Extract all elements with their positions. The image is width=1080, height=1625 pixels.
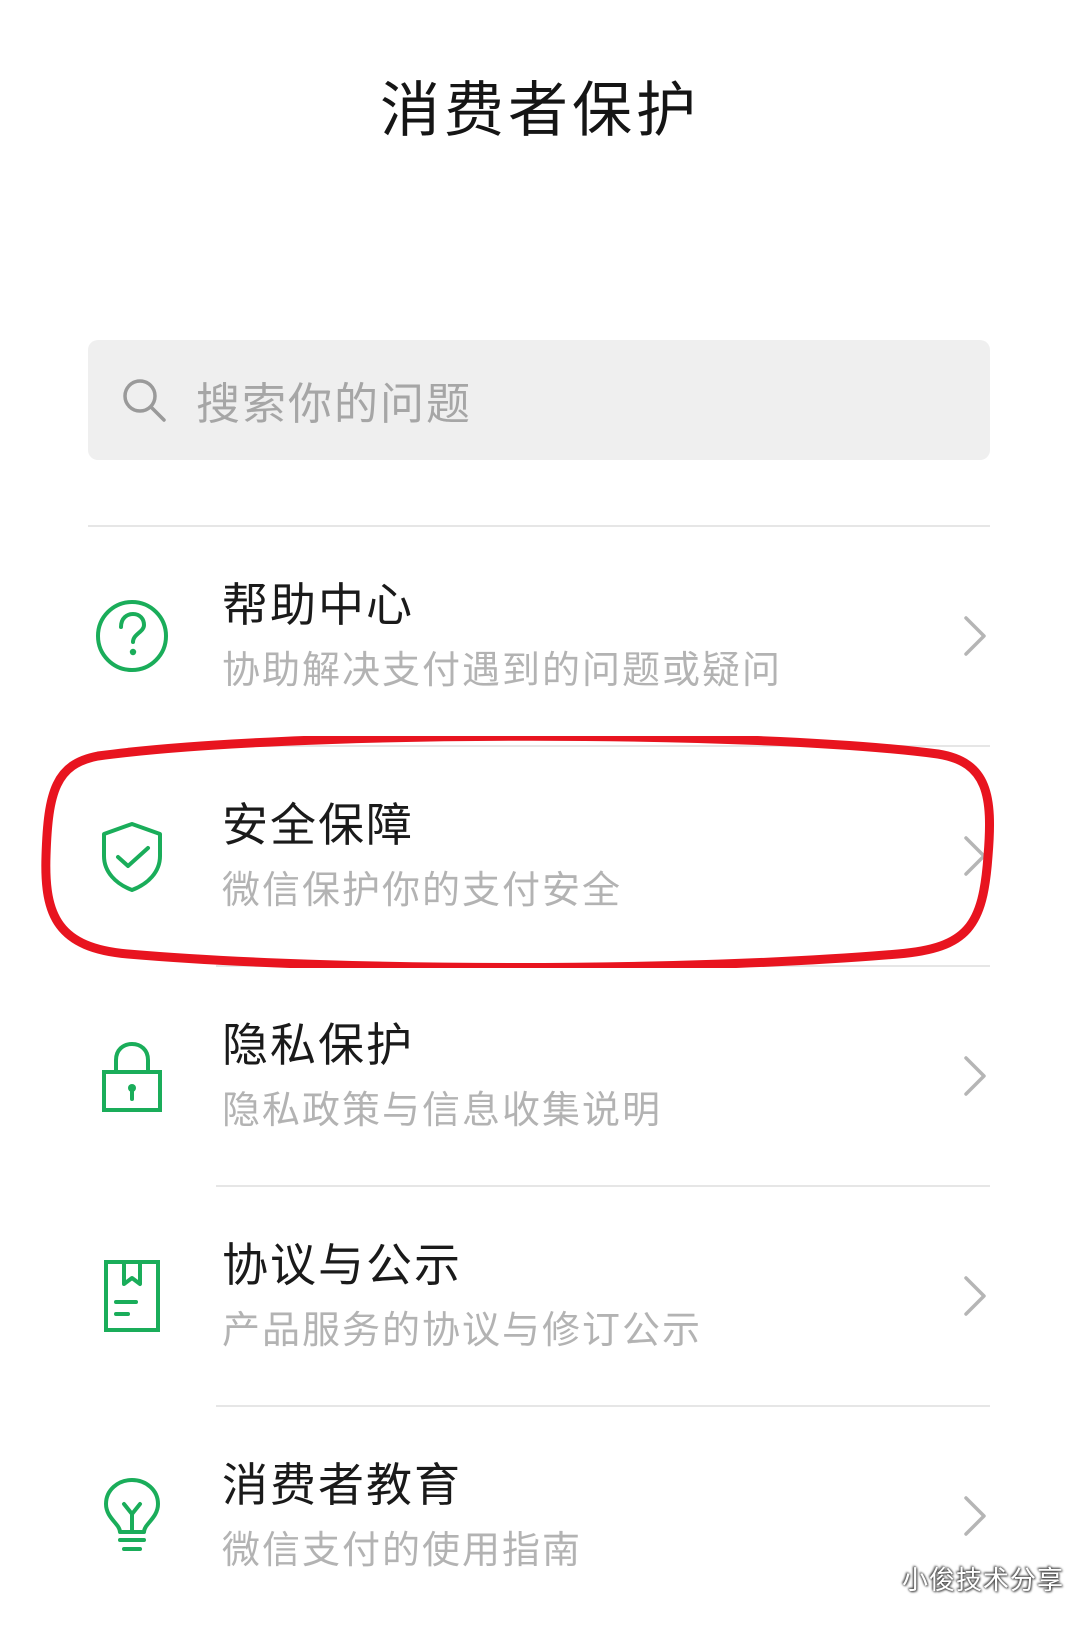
menu-item-subtitle: 微信支付的使用指南 bbox=[222, 1528, 583, 1572]
chevron-right-icon bbox=[960, 1274, 990, 1318]
lightbulb-icon bbox=[92, 1476, 172, 1556]
menu-item-agreements[interactable]: 协议与公示 产品服务的协议与修订公示 bbox=[0, 1187, 1080, 1405]
menu-item-privacy[interactable]: 隐私保护 隐私政策与信息收集说明 bbox=[0, 967, 1080, 1185]
menu-item-subtitle: 协助解决支付遇到的问题或疑问 bbox=[222, 648, 783, 692]
page-title: 消费者保护 bbox=[380, 76, 700, 146]
menu-item-subtitle: 产品服务的协议与修订公示 bbox=[222, 1308, 703, 1352]
lock-icon bbox=[92, 1036, 172, 1116]
menu-item-subtitle: 微信保护你的支付安全 bbox=[222, 868, 623, 912]
search-bar[interactable]: 搜索你的问题 bbox=[88, 340, 990, 460]
menu-item-security[interactable]: 安全保障 微信保护你的支付安全 bbox=[0, 747, 1080, 965]
menu-item-title: 消费者教育 bbox=[222, 1458, 462, 1512]
chevron-right-icon bbox=[960, 1494, 990, 1538]
consumer-protection-page: 消费者保护 搜索你的问题 帮助中心 协助解决支付遇到的问题或疑问 安全保障 微信… bbox=[0, 0, 1080, 1609]
search-input[interactable]: 搜索你的问题 bbox=[196, 368, 472, 432]
chevron-right-icon bbox=[960, 834, 990, 878]
help-question-icon bbox=[92, 596, 172, 676]
menu-item-title: 安全保障 bbox=[222, 798, 414, 852]
menu-item-title: 协议与公示 bbox=[222, 1238, 462, 1292]
menu-item-title: 帮助中心 bbox=[222, 578, 414, 632]
shield-check-icon bbox=[92, 816, 172, 896]
menu-item-help-center[interactable]: 帮助中心 协助解决支付遇到的问题或疑问 bbox=[0, 527, 1080, 745]
chevron-right-icon bbox=[960, 1054, 990, 1098]
menu-item-title: 隐私保护 bbox=[222, 1018, 414, 1072]
document-icon bbox=[92, 1256, 172, 1336]
menu-item-subtitle: 隐私政策与信息收集说明 bbox=[222, 1088, 663, 1132]
watermark-text: 小俊技术分享 bbox=[901, 1566, 1064, 1596]
chevron-right-icon bbox=[960, 614, 990, 658]
search-icon bbox=[120, 376, 168, 424]
